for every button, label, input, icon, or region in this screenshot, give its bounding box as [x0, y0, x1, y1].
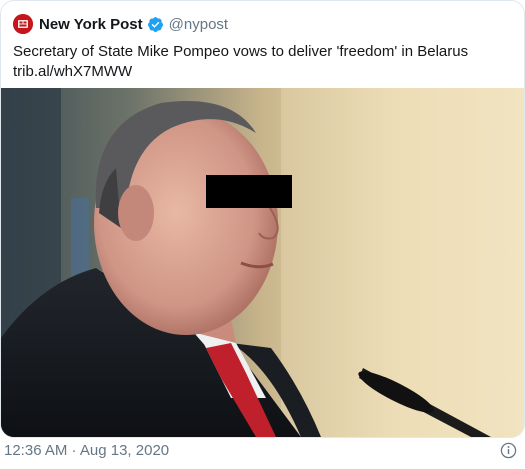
tweet-text: Secretary of State Mike Pompeo vows to d… — [13, 42, 513, 82]
tweet-header: New York Post @nypost — [13, 13, 228, 35]
account-handle[interactable]: @nypost — [169, 16, 228, 33]
photo-illustration — [1, 88, 524, 437]
verified-badge-icon — [147, 16, 163, 32]
tweet-photo[interactable] — [1, 88, 524, 437]
tweet-body: Secretary of State Mike Pompeo vows to d… — [13, 43, 469, 60]
tweet-link[interactable]: trib.al/whX7MWW — [13, 62, 513, 82]
avatar[interactable] — [13, 14, 33, 34]
info-icon[interactable] — [500, 442, 517, 459]
tweet-card[interactable]: New York Post @nypost Secretary of State… — [0, 0, 525, 438]
account-name[interactable]: New York Post — [39, 16, 143, 33]
tweet-timestamp[interactable]: 12:36 AM · Aug 13, 2020 — [4, 442, 169, 459]
nypost-logo-icon — [13, 14, 33, 34]
